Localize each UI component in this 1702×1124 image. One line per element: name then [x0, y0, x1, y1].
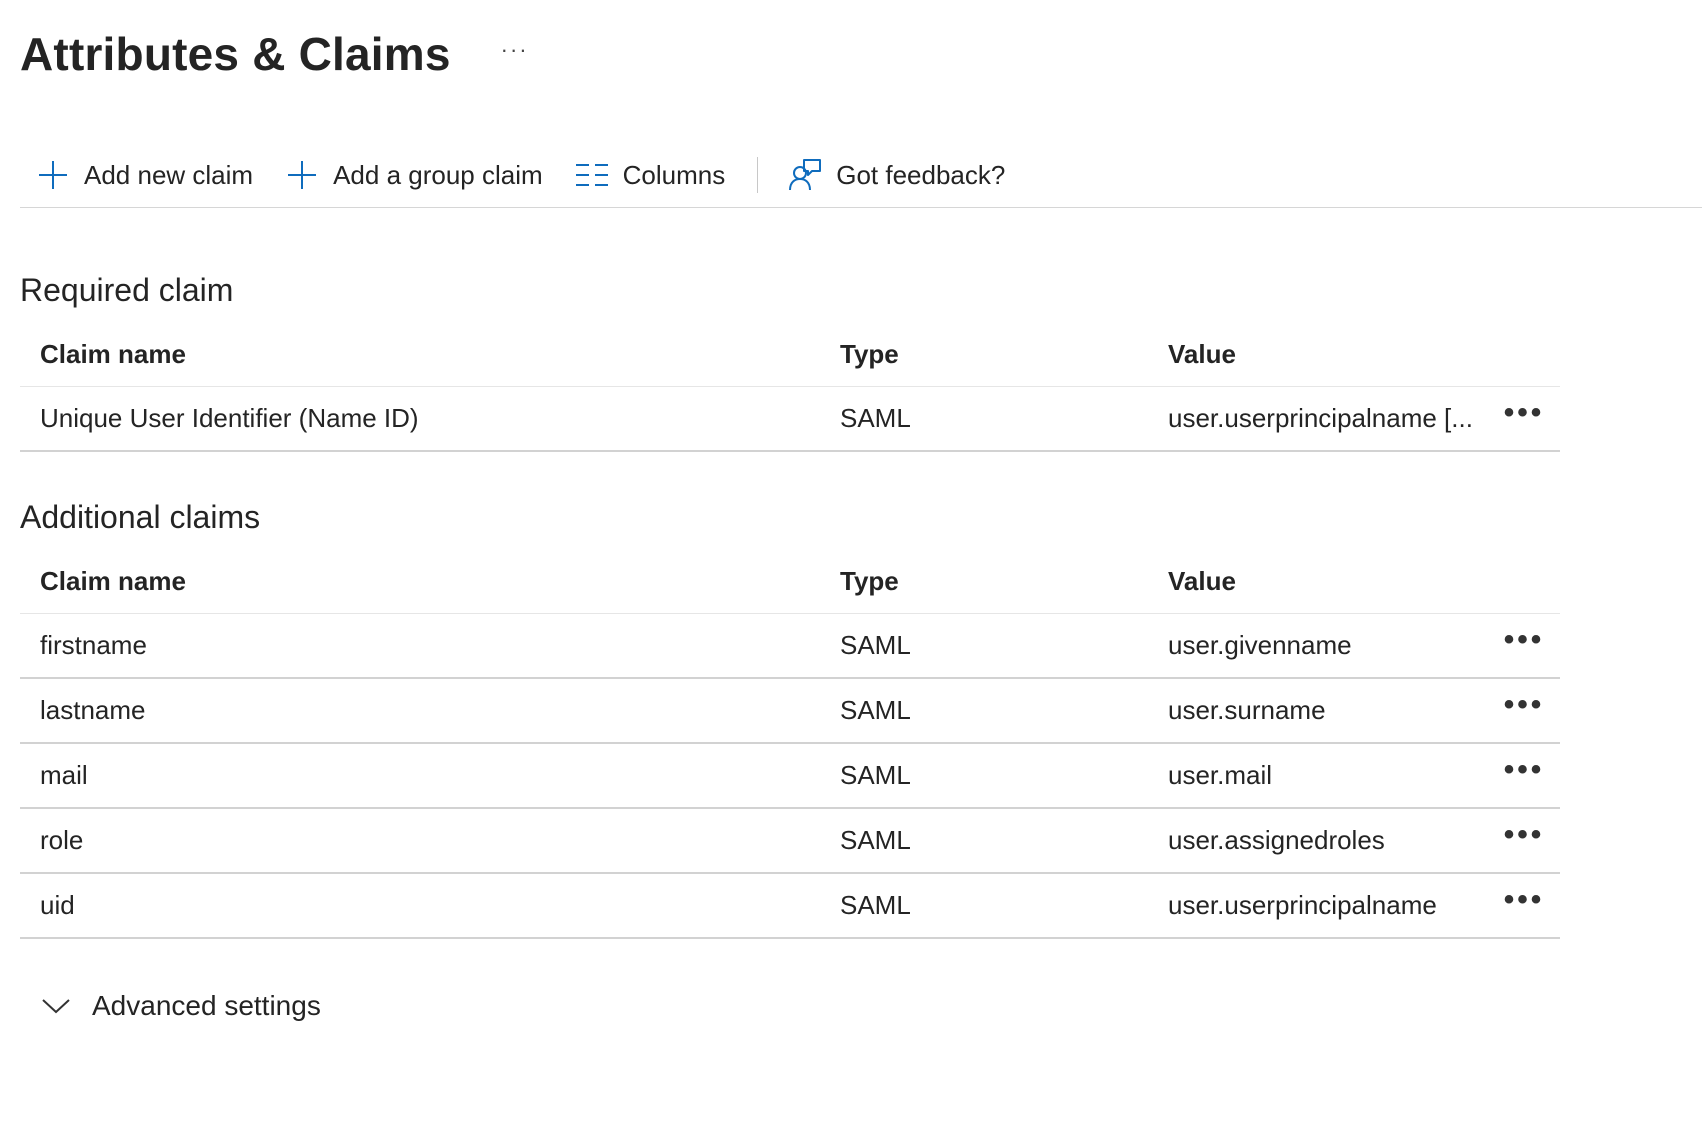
row-actions-cell: ••• [1488, 613, 1560, 679]
additional-claims-heading: Additional claims [20, 499, 261, 535]
advanced-settings-toggle[interactable]: Advanced settings [40, 990, 321, 1022]
table-row[interactable]: uid SAML user.userprincipalname ••• [20, 873, 1560, 939]
table-row[interactable]: mail SAML user.mail ••• [20, 743, 1560, 809]
more-options-icon[interactable]: ··· [501, 37, 529, 63]
chevron-down-icon [40, 990, 72, 1022]
claim-value-cell: user.userprincipalname [... [1168, 386, 1488, 452]
more-actions-icon[interactable]: ••• [1504, 818, 1545, 851]
claim-name-cell: role [20, 808, 840, 874]
claim-type-cell: SAML [840, 743, 1168, 809]
row-actions-cell: ••• [1488, 873, 1560, 939]
additional-claims-table: Claim name Type Value firstname SAML use… [20, 549, 1560, 939]
claim-type-cell: SAML [840, 808, 1168, 874]
feedback-label: Got feedback? [836, 159, 1006, 190]
column-header-type: Type [840, 549, 1168, 614]
column-header-value: Value [1168, 549, 1488, 614]
required-claim-heading: Required claim [20, 272, 234, 308]
add-group-claim-label: Add a group claim [333, 159, 543, 190]
columns-icon [575, 158, 609, 192]
column-header-actions [1488, 322, 1560, 387]
column-header-value: Value [1168, 322, 1488, 387]
more-actions-icon[interactable]: ••• [1504, 688, 1545, 721]
claim-type-cell: SAML [840, 386, 1168, 452]
table-row[interactable]: firstname SAML user.givenname ••• [20, 613, 1560, 679]
claim-type-cell: SAML [840, 613, 1168, 679]
column-header-claim-name: Claim name [20, 549, 840, 614]
columns-label: Columns [622, 159, 726, 190]
column-header-actions [1488, 549, 1560, 614]
more-actions-icon[interactable]: ••• [1504, 396, 1545, 429]
more-actions-icon[interactable]: ••• [1504, 753, 1545, 786]
breadcrumb[interactable] [0, 0, 1702, 6]
claim-name-cell: uid [20, 873, 840, 939]
add-new-claim-button[interactable]: Add new claim [20, 151, 269, 199]
add-group-claim-button[interactable]: Add a group claim [269, 151, 559, 199]
claim-name-cell: lastname [20, 678, 840, 744]
row-actions-cell: ••• [1488, 678, 1560, 744]
plus-icon [285, 158, 319, 192]
toolbar-divider [757, 157, 759, 193]
table-header-row: Claim name Type Value [20, 549, 1560, 614]
plus-icon [36, 158, 70, 192]
claim-name-cell: firstname [20, 613, 840, 679]
table-row[interactable]: Unique User Identifier (Name ID) SAML us… [20, 386, 1560, 452]
page-header: Attributes & Claims ··· [20, 22, 529, 86]
more-actions-icon[interactable]: ••• [1504, 883, 1545, 916]
claim-value-cell: user.givenname [1168, 613, 1488, 679]
feedback-button[interactable]: Got feedback? [772, 151, 1021, 199]
feedback-icon [788, 158, 822, 192]
claim-value-cell: user.surname [1168, 678, 1488, 744]
row-actions-cell: ••• [1488, 743, 1560, 809]
claim-name-cell: mail [20, 743, 840, 809]
more-actions-icon[interactable]: ••• [1504, 623, 1545, 656]
table-row[interactable]: role SAML user.assignedroles ••• [20, 808, 1560, 874]
table-row[interactable]: lastname SAML user.surname ••• [20, 678, 1560, 744]
column-header-type: Type [840, 322, 1168, 387]
row-actions-cell: ••• [1488, 808, 1560, 874]
claim-value-cell: user.assignedroles [1168, 808, 1488, 874]
advanced-settings-label: Advanced settings [92, 990, 321, 1021]
page-title: Attributes & Claims [20, 28, 451, 80]
column-header-claim-name: Claim name [20, 322, 840, 387]
add-new-claim-label: Add new claim [84, 159, 254, 190]
claim-type-cell: SAML [840, 873, 1168, 939]
table-header-row: Claim name Type Value [20, 322, 1560, 387]
claim-value-cell: user.userprincipalname [1168, 873, 1488, 939]
claim-name-cell: Unique User Identifier (Name ID) [20, 386, 840, 452]
required-claim-table: Claim name Type Value Unique User Identi… [20, 322, 1560, 452]
toolbar: Add new claim Add a group claim Columns … [20, 143, 1702, 208]
claim-type-cell: SAML [840, 678, 1168, 744]
row-actions-cell: ••• [1488, 386, 1560, 452]
claim-value-cell: user.mail [1168, 743, 1488, 809]
columns-button[interactable]: Columns [559, 151, 742, 199]
